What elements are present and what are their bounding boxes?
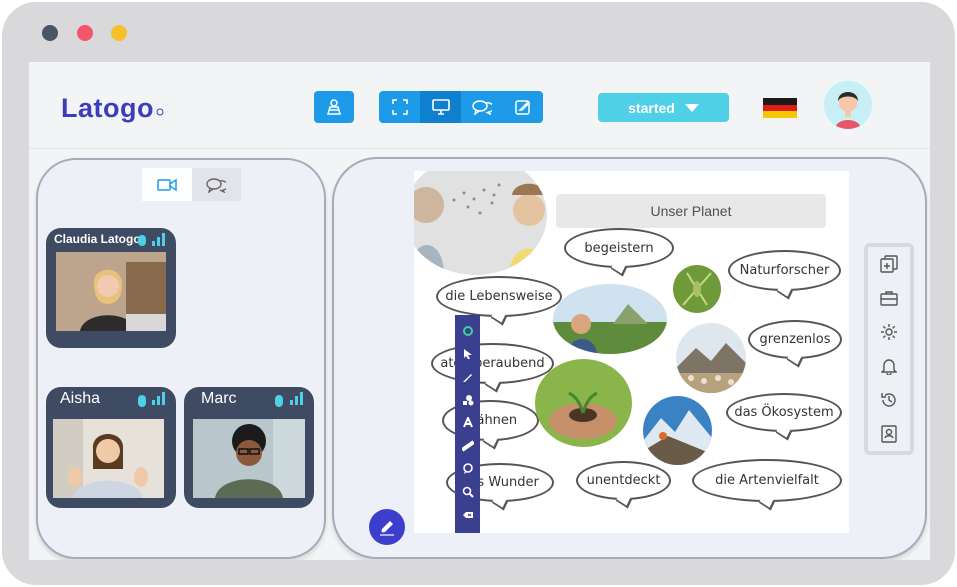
hiker-photo — [643, 396, 712, 465]
german-flag-icon[interactable] — [763, 98, 797, 118]
history-icon — [881, 393, 896, 407]
view-mode-group — [379, 91, 543, 123]
notifications-button[interactable] — [868, 349, 910, 383]
signal-icon — [152, 392, 165, 405]
word-bubble[interactable]: atemberaubend — [431, 343, 554, 384]
bell-icon — [881, 359, 897, 375]
chat-icon — [206, 177, 227, 193]
pointer-tool[interactable] — [455, 342, 480, 365]
comment-tool[interactable] — [455, 457, 480, 480]
video-icon — [157, 178, 177, 191]
mic-icon — [275, 395, 283, 407]
insect-photo — [673, 265, 721, 313]
participants-panel: Claudia Latogo Aisha Marc — [36, 158, 326, 559]
word-bubble[interactable]: Naturforscher — [728, 250, 841, 291]
participant-video — [53, 419, 164, 498]
whiteboard-panel: Unser Planet begeistern Naturforscher di… — [332, 157, 927, 559]
participant-card[interactable]: Marc — [184, 387, 314, 508]
briefcase-button[interactable] — [868, 281, 910, 315]
ruler-tool[interactable] — [455, 434, 480, 457]
participant-name: Marc — [201, 390, 237, 407]
seedling-photo — [535, 359, 632, 447]
slide-title: Unser Planet — [556, 194, 826, 228]
fullscreen-icon — [391, 99, 408, 115]
status-dropdown[interactable]: started — [598, 93, 729, 122]
pencil-icon — [380, 521, 394, 536]
history-button[interactable] — [868, 383, 910, 417]
avatar[interactable] — [822, 79, 874, 131]
word-bubble[interactable]: das Ökosystem — [726, 393, 842, 432]
slide-canvas[interactable]: Unser Planet begeistern Naturforscher di… — [414, 171, 849, 533]
footer-mark: · — [626, 514, 628, 520]
panel-tabs — [142, 168, 241, 201]
pen-fab-button[interactable] — [369, 509, 405, 545]
main-content: Claudia Latogo Aisha Marc Unser Planet b… — [29, 149, 930, 560]
word-bubble[interactable]: begeistern — [564, 228, 674, 268]
chat-icon — [471, 100, 492, 115]
eraser-tool[interactable] — [455, 503, 480, 526]
mountain-photo — [676, 323, 746, 393]
edit-icon — [514, 100, 530, 115]
landscape-photo — [553, 284, 667, 354]
zoom-tool[interactable] — [455, 480, 480, 503]
app-screen: Latogo started Claudia Latogo Aisha Marc… — [29, 62, 930, 560]
contact-icon — [881, 425, 897, 443]
word-bubble[interactable]: grenzenlos — [748, 320, 842, 359]
window-dot-1[interactable] — [42, 25, 58, 41]
briefcase-icon — [880, 291, 898, 306]
tab-chat[interactable] — [191, 168, 241, 201]
mic-icon — [138, 235, 146, 246]
participant-video — [193, 419, 305, 498]
word-bubble[interactable]: die Lebensweise — [436, 276, 562, 317]
teacher-icon — [327, 99, 341, 115]
contact-button[interactable] — [868, 417, 910, 451]
add-slide-icon — [880, 255, 898, 273]
window-dot-3[interactable] — [111, 25, 127, 41]
browser-frame: Latogo started Claudia Latogo Aisha Marc… — [2, 2, 955, 585]
status-label: started — [628, 99, 675, 116]
participant-video — [56, 252, 166, 331]
logo-text: Latogo — [61, 93, 154, 123]
edit-button[interactable] — [502, 91, 543, 123]
teacher-button[interactable] — [314, 91, 354, 123]
pen-tool[interactable] — [455, 365, 480, 388]
add-slide-button[interactable] — [868, 247, 910, 281]
monitor-icon — [431, 99, 450, 115]
drawing-toolbar — [455, 315, 480, 533]
gear-icon — [881, 324, 897, 340]
participant-name: Aisha — [60, 390, 101, 407]
signal-icon — [152, 233, 165, 246]
top-bar: Latogo started — [29, 62, 930, 149]
chevron-down-icon — [684, 103, 699, 112]
chat-view-button[interactable] — [461, 91, 502, 123]
circle-tool[interactable] — [455, 319, 480, 342]
mic-icon — [138, 395, 146, 407]
header-photo — [414, 171, 547, 275]
signal-icon — [290, 392, 303, 405]
side-toolbar — [864, 243, 914, 455]
participant-card[interactable]: Aisha — [46, 387, 176, 508]
text-tool[interactable] — [455, 411, 480, 434]
fullscreen-button[interactable] — [379, 91, 420, 123]
word-bubble[interactable]: die Artenvielfalt — [692, 459, 842, 502]
screen-share-button[interactable] — [420, 91, 461, 123]
shapes-tool[interactable] — [455, 388, 480, 411]
word-bubble[interactable]: unentdeckt — [576, 461, 671, 500]
logo: Latogo — [61, 93, 165, 124]
settings-button[interactable] — [868, 315, 910, 349]
tab-video[interactable] — [142, 168, 192, 201]
window-dot-2[interactable] — [77, 25, 93, 41]
participant-name: Claudia Latogo — [54, 232, 141, 246]
participant-card[interactable]: Claudia Latogo — [46, 228, 176, 348]
